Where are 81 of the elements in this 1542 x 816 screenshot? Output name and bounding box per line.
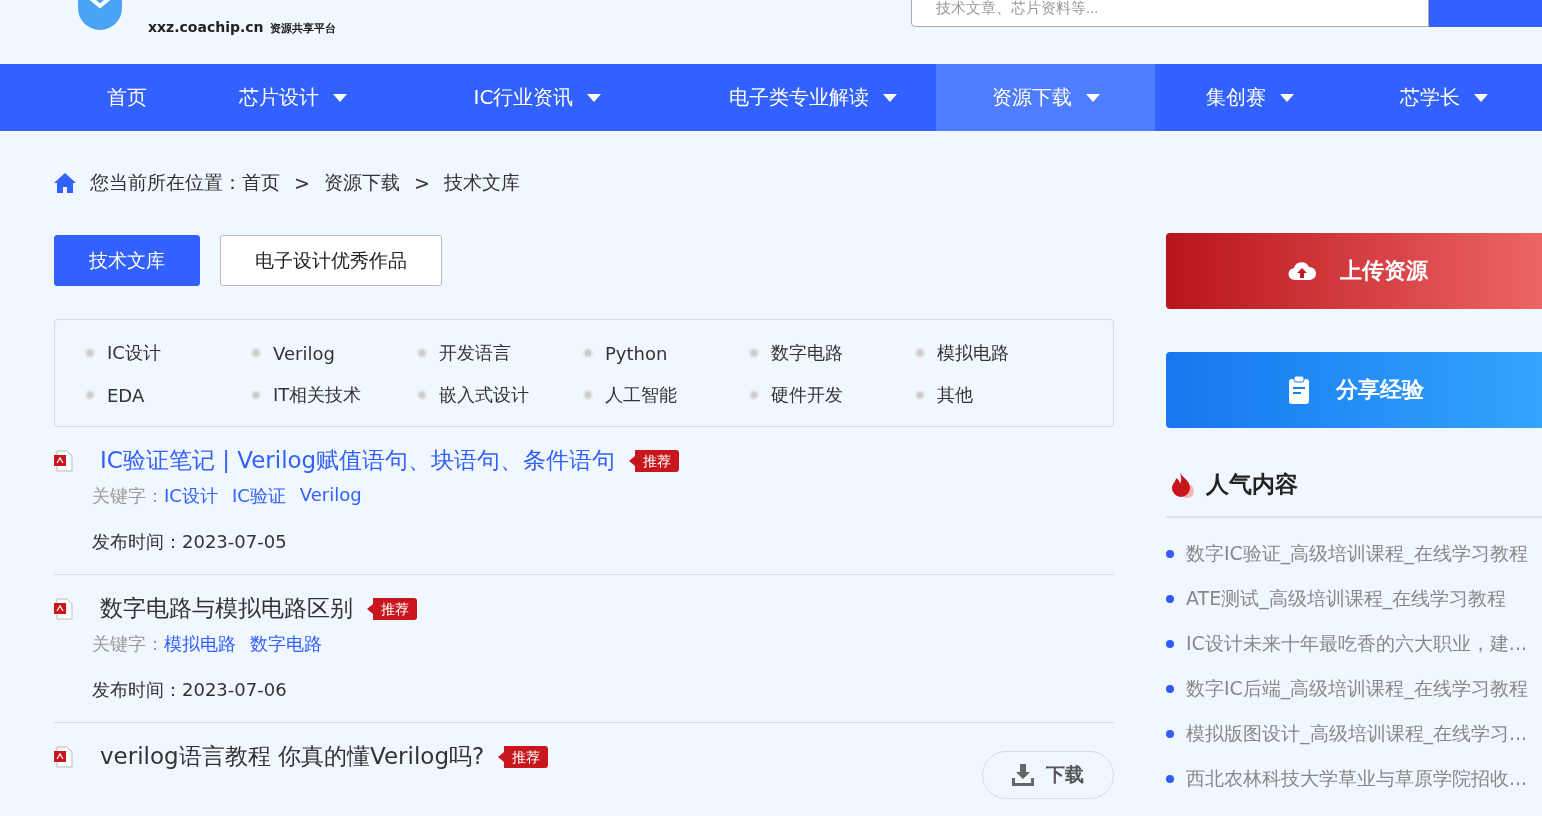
popular-link[interactable]: IC设计未来十年最吃香的六大职业，建... bbox=[1186, 630, 1527, 657]
article-title[interactable]: IC验证笔记 | Verilog赋值语句、块语句、条件语句 bbox=[100, 445, 616, 476]
popular-link[interactable]: 模拟版图设计_高级培训课程_在线学习... bbox=[1186, 720, 1528, 747]
category-link[interactable]: 硬件开发 bbox=[749, 374, 915, 416]
bullet-icon bbox=[1166, 774, 1174, 783]
breadcrumb-link[interactable]: 资源下载 bbox=[323, 170, 400, 196]
nav-item[interactable]: 芯学长 bbox=[1345, 64, 1542, 131]
bullet-icon bbox=[915, 390, 925, 400]
share-button[interactable]: 分享经验 bbox=[1166, 352, 1542, 428]
article-title[interactable]: verilog语言教程 你真的懂Verilog吗? bbox=[100, 741, 485, 772]
bullet-icon bbox=[1166, 684, 1174, 693]
breadcrumb-separator: > bbox=[294, 172, 310, 194]
keyword-link[interactable]: Verilog bbox=[299, 484, 362, 508]
bullet-icon bbox=[583, 390, 593, 400]
logo-tagline: 资源共享平台 bbox=[269, 21, 336, 36]
bullet-icon bbox=[251, 390, 261, 400]
recommend-badge: 推荐 bbox=[498, 745, 549, 768]
category-link[interactable]: Verilog bbox=[251, 332, 417, 374]
bullet-icon bbox=[251, 348, 261, 358]
popular-link[interactable]: ATE测试_高级培训课程_在线学习教程 bbox=[1186, 585, 1507, 612]
bullet-icon bbox=[1166, 729, 1174, 738]
breadcrumb-label: 您当前所在位置： bbox=[90, 170, 242, 195]
popular-link[interactable]: 西北农林科技大学草业与草原学院招收... bbox=[1186, 765, 1528, 792]
bullet-icon bbox=[85, 390, 95, 400]
nav-item[interactable]: 集创赛 bbox=[1155, 64, 1345, 131]
logo-domain: xxz.coachip.cn bbox=[148, 19, 264, 35]
nav-item[interactable]: IC行业资讯 bbox=[385, 64, 690, 131]
article-title[interactable]: 数字电路与模拟电路区别 bbox=[100, 593, 353, 624]
flame-icon bbox=[1170, 471, 1196, 498]
publish-date: 发布时间：2023-07-05 bbox=[92, 530, 288, 554]
home-icon bbox=[54, 173, 76, 193]
bullet-icon bbox=[749, 348, 759, 358]
bullet-icon bbox=[417, 390, 427, 400]
pdf-file-icon bbox=[54, 745, 74, 768]
tab[interactable]: 技术文库 bbox=[54, 235, 200, 286]
category-link[interactable]: 数字电路 bbox=[749, 332, 915, 374]
nav-item[interactable]: 电子类专业解读 bbox=[690, 64, 936, 131]
bullet-icon bbox=[583, 348, 593, 358]
bullet-icon bbox=[1166, 594, 1174, 603]
download-button[interactable]: 下载 bbox=[982, 751, 1114, 799]
keywords-label: 关键字： bbox=[92, 484, 164, 508]
keyword-link[interactable]: 模拟电路 bbox=[164, 632, 236, 656]
popular-link[interactable]: 数字IC验证_高级培训课程_在线学习教程 bbox=[1186, 540, 1528, 567]
clipboard-icon bbox=[1288, 375, 1312, 405]
tab[interactable]: 电子设计优秀作品 bbox=[220, 235, 442, 286]
category-link[interactable]: 嵌入式设计 bbox=[417, 374, 583, 416]
bullet-icon bbox=[417, 348, 427, 358]
bullet-icon bbox=[1166, 639, 1174, 648]
category-link[interactable]: IC设计 bbox=[85, 332, 251, 374]
category-link[interactable]: 人工智能 bbox=[583, 374, 749, 416]
breadcrumb-separator: > bbox=[413, 172, 430, 194]
search-field[interactable]: 技术文章、芯片资料等... bbox=[911, 0, 1429, 27]
pdf-file-icon bbox=[54, 597, 74, 620]
nav-item[interactable]: 芯片设计 bbox=[200, 64, 385, 131]
recommend-badge: 推荐 bbox=[367, 597, 417, 620]
bullet-icon bbox=[749, 390, 759, 400]
popular-link[interactable]: 数字IC后端_高级培训课程_在线学习教程 bbox=[1186, 675, 1528, 702]
category-link[interactable]: 其他 bbox=[915, 374, 1081, 416]
breadcrumb-link[interactable]: 技术文库 bbox=[443, 170, 520, 196]
keywords-label: 关键字： bbox=[92, 632, 164, 656]
keyword-link[interactable]: 数字电路 bbox=[250, 632, 322, 656]
upload-button[interactable]: 上传资源 bbox=[1166, 233, 1542, 309]
category-link[interactable]: Python bbox=[583, 332, 749, 374]
nav-item[interactable]: 首页 bbox=[54, 64, 200, 131]
publish-date: 发布时间：2023-07-06 bbox=[92, 678, 288, 702]
category-link[interactable]: 开发语言 bbox=[417, 332, 583, 374]
nav-item[interactable]: 资源下载 bbox=[936, 64, 1155, 131]
bullet-icon bbox=[915, 348, 925, 358]
cloud-upload-icon bbox=[1288, 260, 1316, 282]
recommend-badge: 推荐 bbox=[629, 449, 680, 472]
section-title: 人气内容 bbox=[1206, 470, 1298, 499]
category-link[interactable]: 模拟电路 bbox=[915, 332, 1081, 374]
keyword-link[interactable]: IC设计 bbox=[164, 484, 218, 508]
download-icon bbox=[1012, 764, 1034, 786]
category-link[interactable]: EDA bbox=[85, 374, 251, 416]
pdf-file-icon bbox=[54, 449, 74, 472]
keyword-link[interactable]: IC验证 bbox=[231, 484, 286, 508]
bullet-icon bbox=[85, 348, 95, 358]
category-link[interactable]: IT相关技术 bbox=[251, 374, 417, 416]
breadcrumb-link[interactable]: 首页 bbox=[242, 170, 280, 196]
bullet-icon bbox=[1166, 549, 1174, 558]
